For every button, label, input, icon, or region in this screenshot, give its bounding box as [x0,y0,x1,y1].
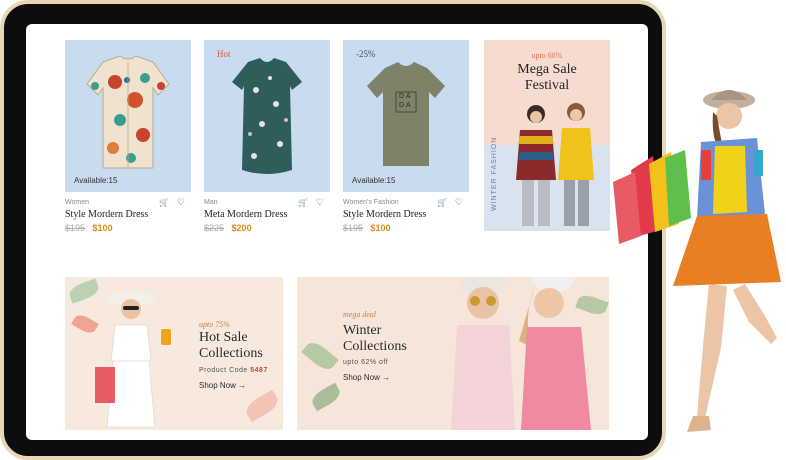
old-price: $225 [204,223,225,233]
discount-badge: -25% [356,49,376,59]
cart-icon[interactable]: 🛒 [298,198,308,207]
winter-heading: Winter Collections [343,323,407,355]
product-title[interactable]: Style Mordern Dress [65,209,191,220]
leaf-decoration [309,382,343,412]
woman-illustration [95,292,171,428]
winter-sub: upto 62% off [343,359,389,366]
product-title[interactable]: Style Mordern Dress [343,209,469,220]
tablet-frame: Available:15 Women 🛒 ♡ Style Mordern Dre… [0,0,666,460]
new-price: $100 [92,223,113,233]
shop-now-link[interactable]: Shop Now → [199,381,246,390]
product-category: Women [65,199,89,206]
tshirt-print: DA [399,102,413,109]
leaf-decoration [242,389,282,423]
screen: Available:15 Women 🛒 ♡ Style Mordern Dre… [26,24,648,440]
product-title[interactable]: Meta Mordern Dress [204,209,330,220]
heart-icon[interactable]: ♡ [177,197,185,208]
product-code-label: Product Code [199,367,248,374]
product-image[interactable]: Available:15 [65,40,191,192]
new-price: $200 [231,223,252,233]
heart-icon[interactable]: ♡ [316,197,324,208]
winter-collection-banner[interactable]: mega deal Winter Collections upto 62% of… [297,277,609,430]
mega-sale-banner[interactable]: upto 68% Mega Sale Festival WINTER FASHI… [484,40,610,231]
shop-now-link[interactable]: Shop Now → [343,373,390,382]
old-price: $195 [343,223,364,233]
winter-script: mega deal [343,310,377,319]
hot-sale-script: upto 75% [199,320,230,329]
tshirt-print: DA [399,93,413,100]
hot-sale-line2: Collections [199,346,263,361]
winter-line1: Winter [343,323,382,338]
product-image[interactable]: -25% DA DA Available:15 [343,40,469,192]
cart-icon[interactable]: 🛒 [159,198,169,207]
old-price: $195 [65,223,86,233]
stock-label: Available:15 [352,176,396,185]
hot-sale-heading: Hot Sale Collections [199,330,263,362]
models-illustration [516,103,594,226]
stock-label: Available:15 [74,176,118,185]
product-card[interactable]: -25% DA DA Available:15 Women's Fashion … [343,40,469,233]
hot-badge: Hot [217,49,231,59]
leaf-decoration [301,338,339,374]
two-women-illustration [451,277,591,430]
cart-icon[interactable]: 🛒 [437,198,447,207]
shopper-illustration [613,90,781,432]
mega-side-text: WINTER FASHION [491,136,498,211]
product-card[interactable]: Hot Man 🛒 ♡ Meta Mordern Dress $225 $200 [204,40,330,233]
hot-sale-banner[interactable]: upto 75% Hot Sale Collections Product Co… [65,277,283,430]
product-card[interactable]: Available:15 Women 🛒 ♡ Style Mordern Dre… [65,40,191,233]
product-image[interactable]: Hot [204,40,330,192]
heart-icon[interactable]: ♡ [455,197,463,208]
product-category: Man [204,199,218,206]
hot-sale-line1: Hot Sale [199,330,248,345]
new-price: $100 [370,223,391,233]
product-code: Product Code 5487 [199,367,268,374]
product-code-value: 5487 [250,367,268,374]
winter-line2: Collections [343,339,407,354]
product-category: Women's Fashion [343,199,399,206]
